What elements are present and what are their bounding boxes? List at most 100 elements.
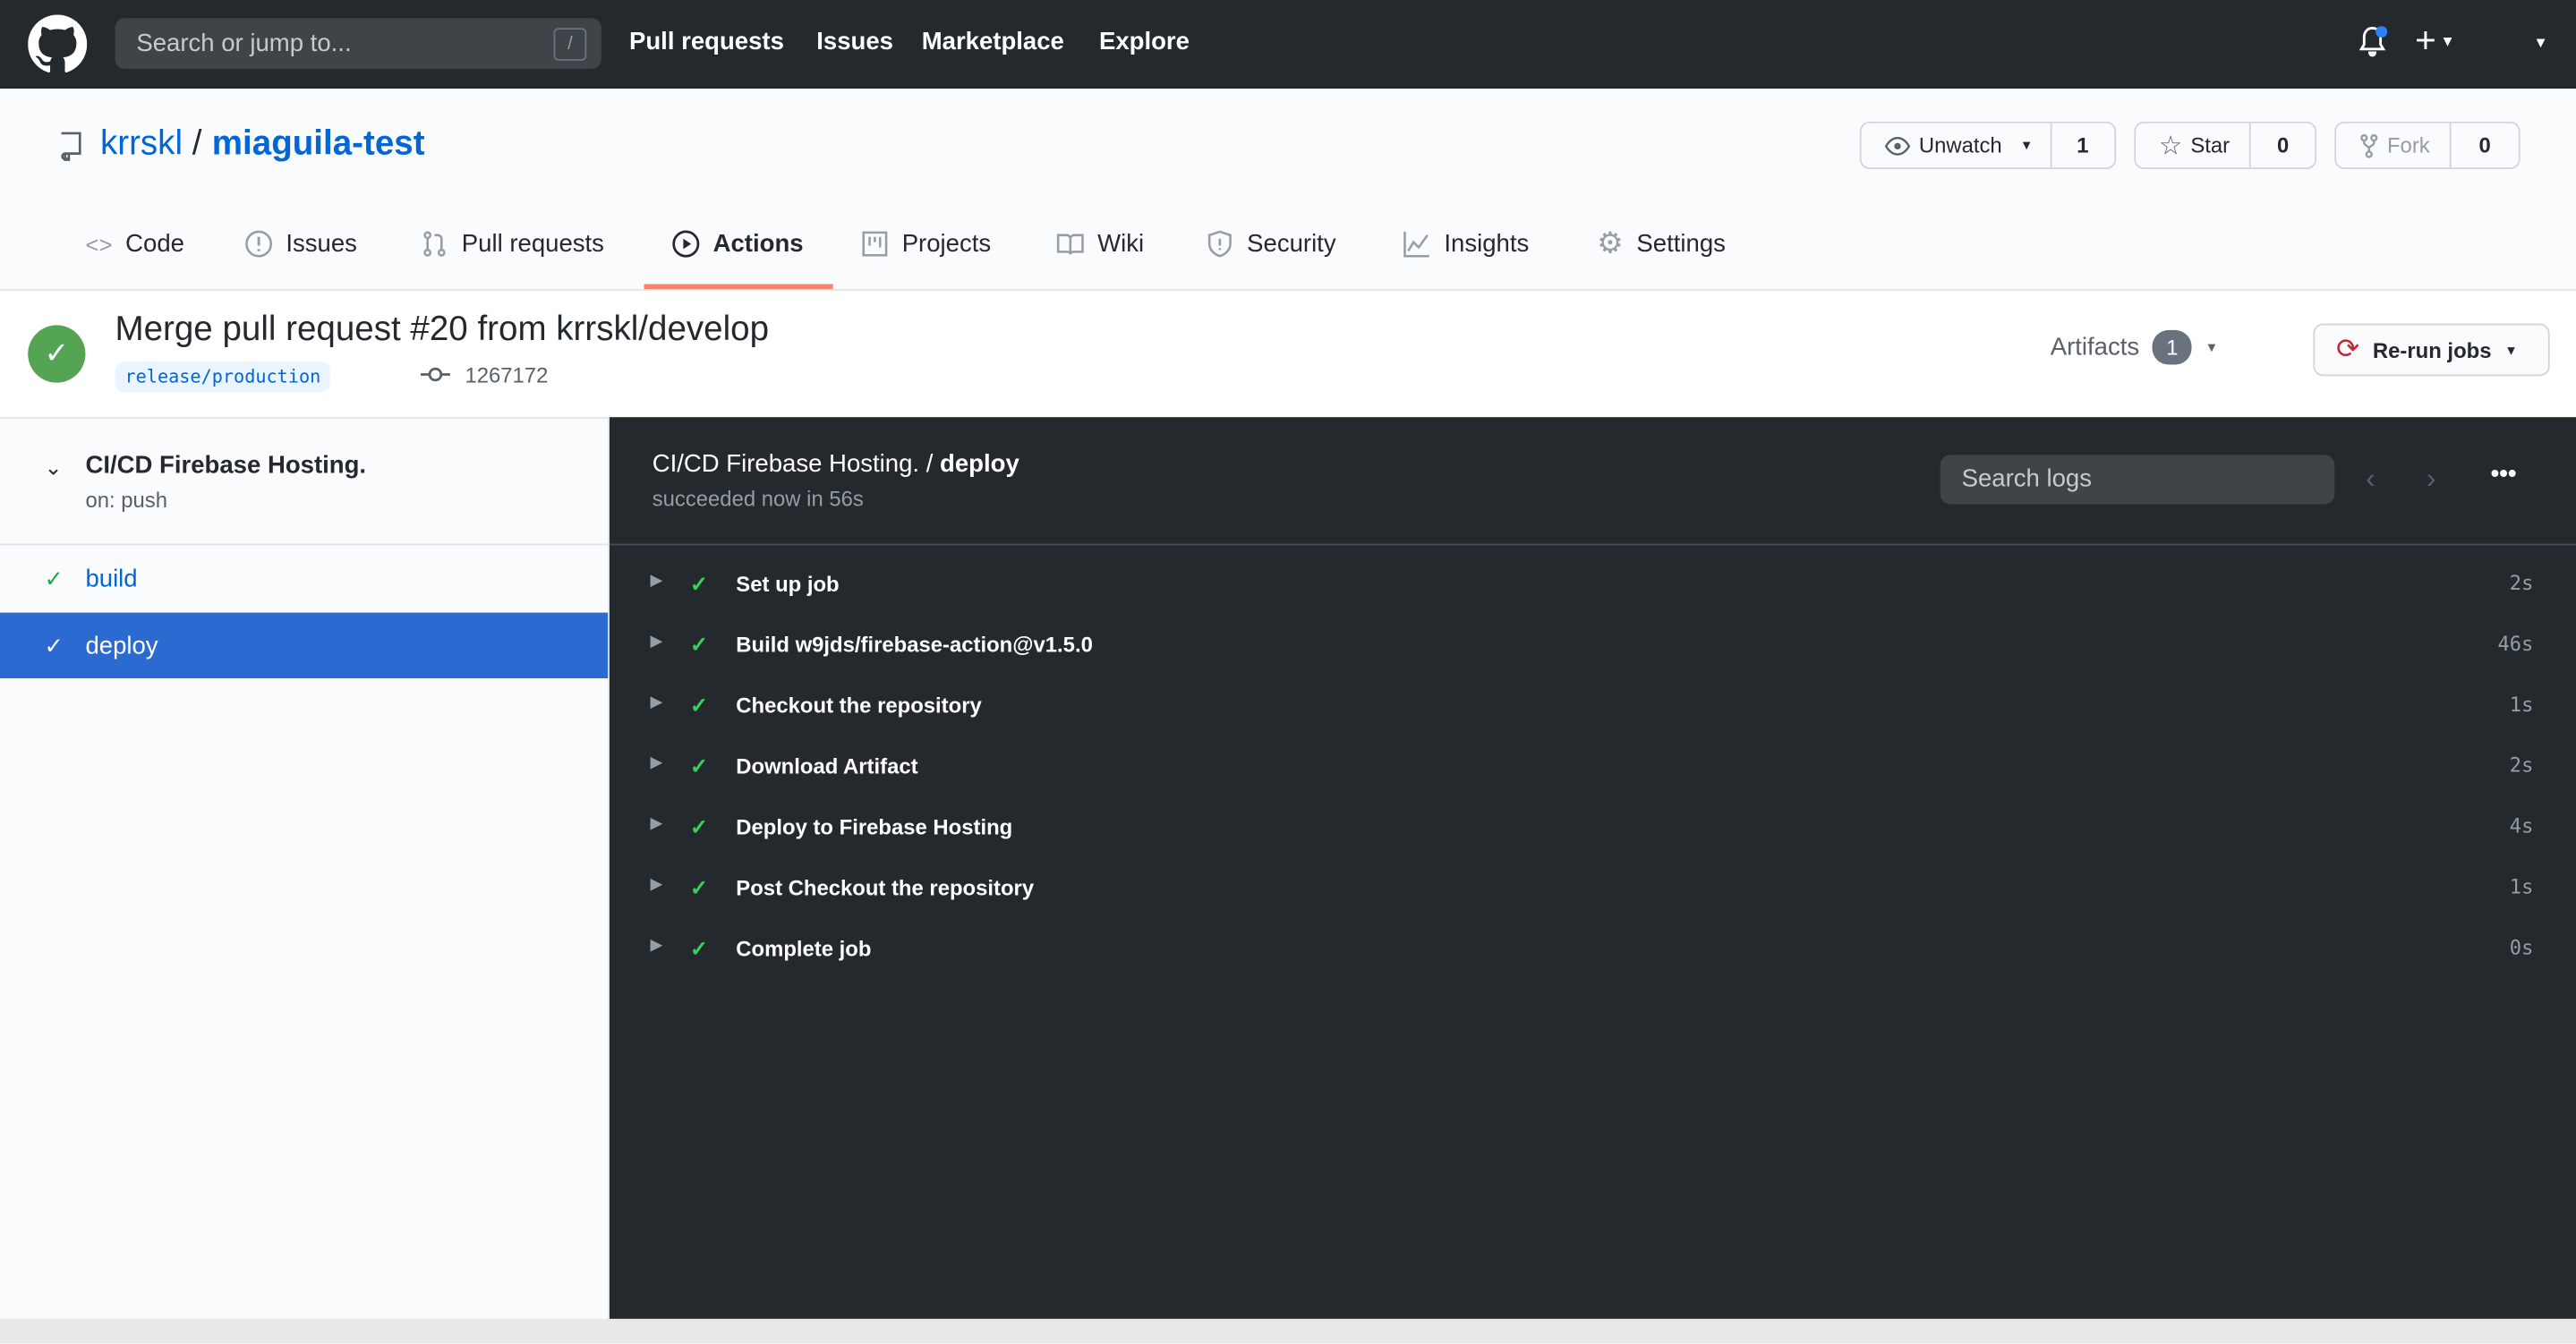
job-breadcrumb: CI/CD Firebase Hosting. / deploy	[653, 450, 1019, 478]
watch-button-group: Unwatch ▼ 1	[1859, 121, 2117, 170]
step-name: Checkout the repository	[736, 693, 982, 719]
artifacts-dropdown[interactable]: Artifacts 1 ▼	[2050, 329, 2219, 365]
repo-owner-link[interactable]: krrskl	[100, 124, 183, 164]
tab-issues[interactable]: Issues	[244, 230, 357, 258]
tab-label: Settings	[1636, 229, 1726, 259]
check-icon: ✓	[689, 632, 708, 658]
step-duration: 1s	[2509, 875, 2534, 899]
global-header: Search or jump to... / Pull requests Issu…	[0, 0, 2576, 89]
log-step-row[interactable]: ▶ ✓ Checkout the repository 1s	[610, 675, 2576, 736]
caret-down-icon: ▼	[2205, 339, 2219, 355]
expand-triangle-icon[interactable]: ▶	[651, 693, 662, 711]
repo-icon	[61, 132, 81, 161]
active-tab-underline	[644, 284, 833, 290]
horizontal-scrollbar[interactable]	[0, 1318, 2576, 1344]
nav-pull-requests[interactable]: Pull requests	[629, 28, 784, 55]
tab-settings[interactable]: ⚙ Settings	[1597, 226, 1726, 260]
step-duration: 2s	[2509, 753, 2534, 778]
tab-label: Pull requests	[461, 229, 604, 259]
global-search-input[interactable]: Search or jump to... /	[115, 18, 601, 70]
job-log-panel: CI/CD Firebase Hosting. / deploy succeed…	[609, 417, 2576, 1319]
unwatch-button[interactable]: Unwatch ▼	[1862, 123, 2051, 168]
log-step-row[interactable]: ▶ ✓ Set up job 2s	[610, 554, 2576, 615]
step-name: Build w9jds/firebase-action@v1.5.0	[736, 632, 1093, 658]
graph-icon	[1403, 231, 1429, 258]
artifacts-label: Artifacts	[2050, 333, 2140, 362]
caret-down-icon: ▼	[2504, 342, 2518, 358]
rerun-jobs-button[interactable]: ⟳ Re-run jobs ▼	[2313, 323, 2550, 377]
expand-triangle-icon[interactable]: ▶	[651, 936, 662, 954]
project-icon	[862, 231, 888, 257]
tab-label: Wiki	[1097, 229, 1145, 259]
star-icon: ☆	[2158, 132, 2183, 160]
branch-badge[interactable]: release/production	[115, 361, 331, 393]
stars-count[interactable]: 0	[2251, 123, 2315, 168]
step-duration: 4s	[2509, 814, 2534, 838]
watchers-count[interactable]: 1	[2051, 123, 2115, 168]
check-icon: ✓	[44, 565, 64, 591]
slash-key-hint: /	[553, 28, 587, 61]
expand-triangle-icon[interactable]: ▶	[651, 753, 662, 771]
more-options-icon[interactable]: •••	[2491, 460, 2517, 488]
tab-label: Insights	[1444, 229, 1530, 259]
fork-button[interactable]: Fork	[2336, 123, 2452, 168]
log-step-row[interactable]: ▶ ✓ Download Artifact 2s	[610, 736, 2576, 796]
gear-icon: ⚙	[1597, 226, 1624, 260]
shield-icon	[1207, 230, 1232, 258]
git-commit-icon	[420, 367, 450, 382]
success-check-icon: ✓	[28, 325, 86, 383]
star-button[interactable]: ☆ Star	[2136, 123, 2251, 168]
job-item-deploy[interactable]: ✓ deploy	[0, 612, 609, 679]
fork-icon	[2360, 133, 2378, 157]
step-name: Deploy to Firebase Hosting	[736, 814, 1013, 839]
tab-label: Code	[125, 229, 184, 259]
log-step-row[interactable]: ▶ ✓ Complete job 0s	[610, 918, 2576, 979]
expand-triangle-icon[interactable]: ▶	[651, 633, 662, 651]
nav-explore[interactable]: Explore	[1099, 28, 1190, 55]
git-pull-request-icon	[423, 231, 446, 257]
expand-triangle-icon[interactable]: ▶	[651, 875, 662, 893]
run-summary-bar: ✓ Merge pull request #20 from krrskl/dev…	[0, 290, 2576, 420]
log-step-row[interactable]: ▶ ✓ Build w9jds/firebase-action@v1.5.0 46s	[610, 614, 2576, 675]
github-logo-icon[interactable]	[28, 14, 88, 74]
create-new-plus-icon[interactable]: + ▼	[2415, 21, 2455, 61]
tab-label: Actions	[712, 229, 804, 259]
previous-match-icon[interactable]: ‹	[2366, 464, 2375, 497]
workflow-sidebar: ⌄ CI/CD Firebase Hosting. on: push ✓ buil…	[0, 419, 610, 1319]
artifacts-count-badge: 1	[2152, 329, 2192, 365]
repo-path-separator: /	[192, 124, 202, 163]
next-match-icon[interactable]: ›	[2427, 464, 2435, 497]
tab-pull-requests[interactable]: Pull requests	[421, 230, 604, 258]
tab-insights[interactable]: Insights	[1403, 229, 1530, 259]
workflow-trigger: on: push	[85, 488, 167, 513]
check-icon: ✓	[689, 875, 708, 900]
nav-marketplace[interactable]: Marketplace	[922, 28, 1064, 55]
user-avatar[interactable]	[2492, 28, 2525, 61]
tab-security[interactable]: Security	[1206, 230, 1336, 258]
book-icon	[1056, 234, 1084, 255]
step-name: Download Artifact	[736, 753, 918, 779]
forks-count[interactable]: 0	[2452, 123, 2519, 168]
workflow-name[interactable]: CI/CD Firebase Hosting.	[85, 452, 366, 480]
author-avatar[interactable]	[358, 354, 401, 397]
repo-name-link[interactable]: miaguila-test	[212, 124, 425, 164]
log-step-row[interactable]: ▶ ✓ Post Checkout the repository 1s	[610, 857, 2576, 918]
log-step-row[interactable]: ▶ ✓ Deploy to Firebase Hosting 4s	[610, 796, 2576, 857]
tab-projects[interactable]: Projects	[861, 230, 991, 258]
collapse-chevron-icon[interactable]: ⌄	[45, 455, 63, 481]
code-icon: <>	[85, 230, 113, 258]
sync-icon: ⟳	[2336, 333, 2360, 365]
commit-sha-link[interactable]: 1267172	[465, 363, 548, 388]
bell-icon[interactable]	[2358, 26, 2387, 59]
tab-code[interactable]: <> Code	[85, 230, 184, 258]
nav-issues[interactable]: Issues	[816, 28, 893, 55]
job-title: deploy	[940, 449, 1019, 479]
tab-wiki[interactable]: Wiki	[1056, 230, 1144, 258]
expand-triangle-icon[interactable]: ▶	[651, 814, 662, 832]
avatar-dropdown-caret-icon[interactable]: ▼	[2533, 35, 2547, 51]
search-logs-input[interactable]: Search logs	[1940, 455, 2335, 505]
tab-actions[interactable]: Actions	[672, 230, 804, 258]
job-item-build[interactable]: ✓ build	[0, 547, 608, 611]
expand-triangle-icon[interactable]: ▶	[651, 572, 662, 590]
check-icon: ✓	[44, 631, 64, 659]
